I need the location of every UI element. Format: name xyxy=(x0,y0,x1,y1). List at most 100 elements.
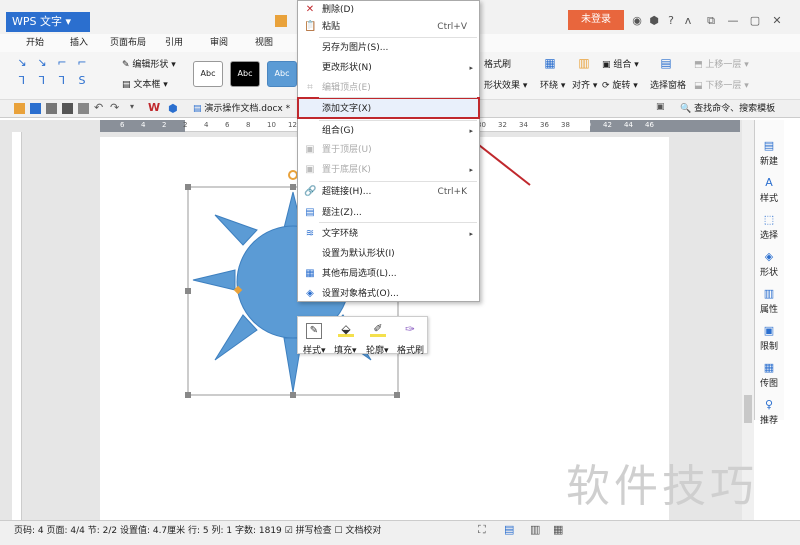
tab-page-layout[interactable]: 页面布局 xyxy=(110,36,146,50)
sidebar-item[interactable]: ⬚ 选择 xyxy=(755,214,783,242)
handle-bottom-left[interactable] xyxy=(185,392,191,398)
sidebar-item[interactable]: ▣ 限制 xyxy=(755,325,783,353)
tab-view[interactable]: 视图 xyxy=(255,36,273,50)
arrow-tool-icon[interactable]: ↘ xyxy=(34,56,50,70)
mini-format-painter-button[interactable]: 格式刷 xyxy=(397,343,424,356)
minimize-icon[interactable]: — xyxy=(726,14,740,28)
sidebar-item[interactable]: A 样式 xyxy=(755,177,783,205)
qat-dropdown-icon[interactable]: ▾ xyxy=(130,102,134,111)
wps-app-menu[interactable]: WPS 文字 ▾ xyxy=(6,12,90,32)
context-menu-item[interactable]: ▦ 其他布局选项(L)... xyxy=(298,264,479,284)
page-view-icon[interactable]: ▤ xyxy=(504,523,514,536)
rotate-handle-icon[interactable] xyxy=(288,170,298,180)
outline-icon[interactable]: ✐ xyxy=(370,321,386,337)
help-icon[interactable]: ? xyxy=(664,14,678,28)
context-menu-item[interactable]: 📋 粘贴 Ctrl+V xyxy=(298,17,479,37)
handle-top[interactable] xyxy=(290,184,296,190)
shape-style-blue[interactable]: Abc xyxy=(267,61,297,87)
document-tab[interactable]: ▤ 演示操作文档.docx * xyxy=(193,100,293,118)
format-painter-icon[interactable]: ✑ xyxy=(402,321,418,337)
login-button[interactable]: 未登录 xyxy=(568,10,624,30)
context-menu-item[interactable]: 更改形状(N) ▸ xyxy=(298,58,479,78)
bring-forward-button[interactable]: ⬒ 上移一层 ▾ xyxy=(694,57,749,70)
cube-icon[interactable]: ⬢ xyxy=(168,102,178,115)
export-pdf-icon[interactable] xyxy=(78,103,89,114)
shape-style-dark[interactable]: Abc xyxy=(230,61,260,87)
sidebar-item[interactable]: ▤ 新建 xyxy=(755,140,783,168)
context-menu-item[interactable]: 添加文字(X) xyxy=(298,99,479,119)
line-tool-icon[interactable]: ↘ xyxy=(14,56,30,70)
align-icon[interactable]: ▥ xyxy=(574,56,594,74)
tab-review[interactable]: 审阅 xyxy=(210,36,228,50)
rotate-button[interactable]: ⟳ 旋转 ▾ xyxy=(602,78,638,91)
context-menu-item[interactable]: 🔗 超链接(H)... Ctrl+K xyxy=(298,182,479,202)
hyperlink-icon: 🔗 xyxy=(304,186,317,197)
scribble-tool-icon[interactable]: S xyxy=(74,74,90,88)
maximize-icon[interactable]: ▢ xyxy=(748,14,762,28)
restore-icon[interactable]: ⧉ xyxy=(704,14,718,28)
wrap-button[interactable]: 环绕 ▾ xyxy=(540,78,565,91)
curve-arrow-tool-icon[interactable]: ⅂ xyxy=(34,74,50,88)
format-brush-button[interactable]: 格式刷 xyxy=(484,57,511,70)
fullscreen-icon[interactable]: ⛶ xyxy=(478,523,486,537)
sidebar-item[interactable]: ▥ 属性 xyxy=(755,288,783,316)
context-menu-item[interactable]: 组合(G) ▸ xyxy=(298,121,479,141)
tab-home[interactable]: 开始 xyxy=(26,36,44,50)
handle-top-left[interactable] xyxy=(185,184,191,190)
sidebar-label: 选择 xyxy=(759,231,778,241)
find-command-search[interactable]: 🔍 查找命令、搜索模板 xyxy=(680,101,775,117)
context-menu-item[interactable]: 另存为图片(S)... xyxy=(298,38,479,58)
wrap-icon[interactable]: ▦ xyxy=(540,56,560,74)
selection-pane-button[interactable]: 选择窗格 xyxy=(650,78,686,91)
cloud-icon[interactable]: ◉ xyxy=(630,14,644,28)
tab-references[interactable]: 引用 xyxy=(165,36,183,50)
redo-icon[interactable]: ↷ xyxy=(110,101,119,114)
web-view-icon[interactable]: ▦ xyxy=(553,523,563,536)
shape-effect-button[interactable]: 形状效果 ▾ xyxy=(484,78,527,91)
context-menu-item[interactable]: ▤ 题注(Z)... xyxy=(298,203,479,223)
context-menu-item[interactable]: ▣ 置于底层(K) ▸ xyxy=(298,160,479,180)
mini-outline-button[interactable]: 轮廓▾ xyxy=(366,343,389,356)
group-button[interactable]: ▣ 组合 ▾ xyxy=(602,57,639,70)
mini-fill-button[interactable]: 填充▾ xyxy=(334,343,357,356)
scrollbar-thumb[interactable] xyxy=(744,395,752,423)
edit-shape-button[interactable]: ✎ 编辑形状 ▾ xyxy=(122,57,176,70)
rotate-label: 旋转 xyxy=(612,81,631,91)
open-icon[interactable] xyxy=(14,103,25,114)
context-menu-item[interactable]: 设置为默认形状(I) xyxy=(298,244,479,264)
settings-icon[interactable]: ⬢ xyxy=(647,14,661,28)
context-menu-item[interactable]: ▣ 置于顶层(U) xyxy=(298,140,479,160)
handle-bottom[interactable] xyxy=(290,392,296,398)
shape-style-plain[interactable]: Abc xyxy=(193,61,223,87)
sidebar-item[interactable]: ♀ 推荐 xyxy=(755,399,783,427)
selection-pane-icon[interactable]: ▤ xyxy=(656,56,676,74)
side-panel-icon[interactable]: ▣ xyxy=(656,102,665,112)
mini-style-button[interactable]: 样式▾ xyxy=(303,343,326,356)
context-menu-item[interactable]: ≋ 文字环绕 ▸ xyxy=(298,224,479,244)
print-icon[interactable] xyxy=(62,103,73,114)
curve-tool-icon[interactable]: ⅂ xyxy=(14,74,30,88)
close-icon[interactable]: ✕ xyxy=(770,14,784,28)
send-backward-button[interactable]: ⬓ 下移一层 ▾ xyxy=(694,78,749,91)
sidebar-item[interactable]: ◈ 形状 xyxy=(755,251,783,279)
textbox-button[interactable]: ▤ 文本框 ▾ xyxy=(122,77,168,90)
skin-icon[interactable]: ʌ xyxy=(681,14,695,28)
print-preview-icon[interactable] xyxy=(46,103,57,114)
outline-view-icon[interactable]: ▥ xyxy=(530,523,540,536)
handle-bottom-right[interactable] xyxy=(394,392,400,398)
tab-insert[interactable]: 插入 xyxy=(70,36,88,50)
elbow-tool-icon[interactable]: ⌐ xyxy=(74,56,90,70)
sidebar-item[interactable]: ▦ 传图 xyxy=(755,362,783,390)
wps-logo-icon[interactable]: W xyxy=(148,101,160,114)
vertical-ruler[interactable] xyxy=(12,132,22,522)
connector-tool-icon[interactable]: ⌐ xyxy=(54,56,70,70)
fill-icon[interactable]: ⬙ xyxy=(338,321,354,337)
handle-left[interactable] xyxy=(185,288,191,294)
save-icon[interactable] xyxy=(30,103,41,114)
style-icon[interactable]: ✎ xyxy=(306,323,322,339)
context-menu-item[interactable]: ⌗ 编辑顶点(E) xyxy=(298,78,479,98)
align-button[interactable]: 对齐 ▾ xyxy=(572,78,597,91)
freeform-tool-icon[interactable]: ⅂ xyxy=(54,74,70,88)
undo-icon[interactable]: ↶ xyxy=(94,101,103,114)
context-menu-item[interactable]: ◈ 设置对象格式(O)... xyxy=(298,284,479,304)
